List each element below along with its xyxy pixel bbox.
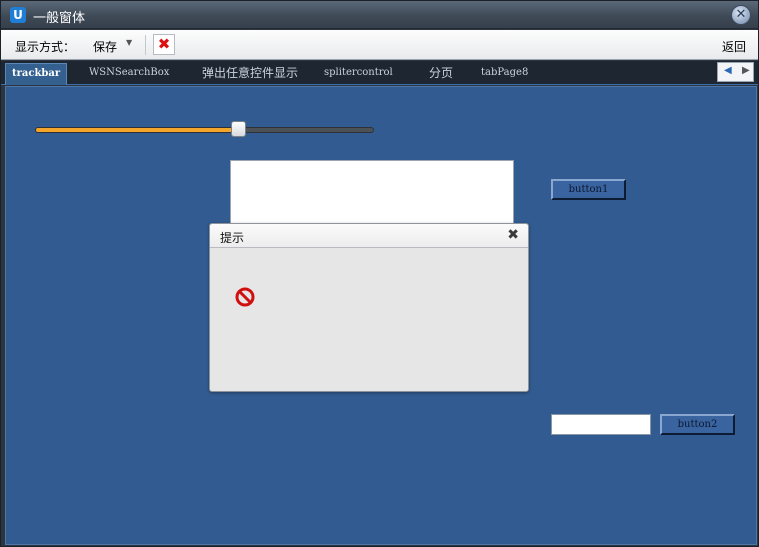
tab-trackbar[interactable]: trackbar	[5, 63, 68, 85]
trackbar-fill	[36, 128, 240, 132]
save-dropdown-button[interactable]: 保存	[93, 38, 117, 55]
trackbar-thumb[interactable]	[230, 121, 246, 137]
no-entry-icon	[235, 287, 255, 307]
tab-content-panel: button1 button2 提示 ✖	[5, 86, 757, 545]
red-x-icon[interactable]: ✖	[153, 34, 175, 55]
tab-splitercontrol[interactable]: splitercontrol	[324, 63, 393, 85]
prompt-dialog: 提示 ✖	[209, 223, 529, 392]
trackbar-track[interactable]	[35, 127, 374, 133]
tab-strip: trackbar WSNSearchBox 弹出任意控件显示 spliterco…	[1, 61, 758, 85]
multiline-textbox[interactable]	[230, 160, 514, 224]
dialog-title: 提示	[220, 231, 245, 245]
button1[interactable]: button1	[551, 179, 626, 200]
main-window: U 一般窗体 ✕ 显示方式： 保存 ▼ ✖ 返回 trackbar WSNSea…	[0, 0, 759, 547]
title-bar: U 一般窗体 ✕	[1, 1, 758, 29]
tab-wsnsearchbox[interactable]: WSNSearchBox	[89, 63, 169, 85]
window-title: 一般窗体	[33, 11, 86, 26]
button2[interactable]: button2	[660, 414, 735, 435]
toolbar: 显示方式： 保存 ▼ ✖ 返回	[1, 30, 758, 60]
arrow-left-icon[interactable]: ◀	[724, 65, 732, 76]
tab-scroll-buttons: ◀ ▶	[717, 62, 754, 82]
tab-paging[interactable]: 分页	[429, 63, 453, 85]
back-button[interactable]: 返回	[722, 38, 746, 55]
dialog-close-icon[interactable]: ✖	[507, 227, 519, 243]
tab-popup-control[interactable]: 弹出任意控件显示	[202, 63, 298, 85]
app-logo-icon: U	[10, 7, 26, 23]
tab-tabpage8[interactable]: tabPage8	[481, 63, 528, 85]
text-input[interactable]	[551, 414, 651, 435]
window-close-button[interactable]: ✕	[731, 5, 751, 25]
display-mode-label: 显示方式：	[15, 40, 76, 54]
toolbar-divider	[145, 35, 146, 55]
dialog-header: 提示 ✖	[210, 224, 528, 248]
chevron-down-icon[interactable]: ▼	[126, 38, 132, 47]
arrow-right-icon[interactable]: ▶	[742, 65, 750, 76]
